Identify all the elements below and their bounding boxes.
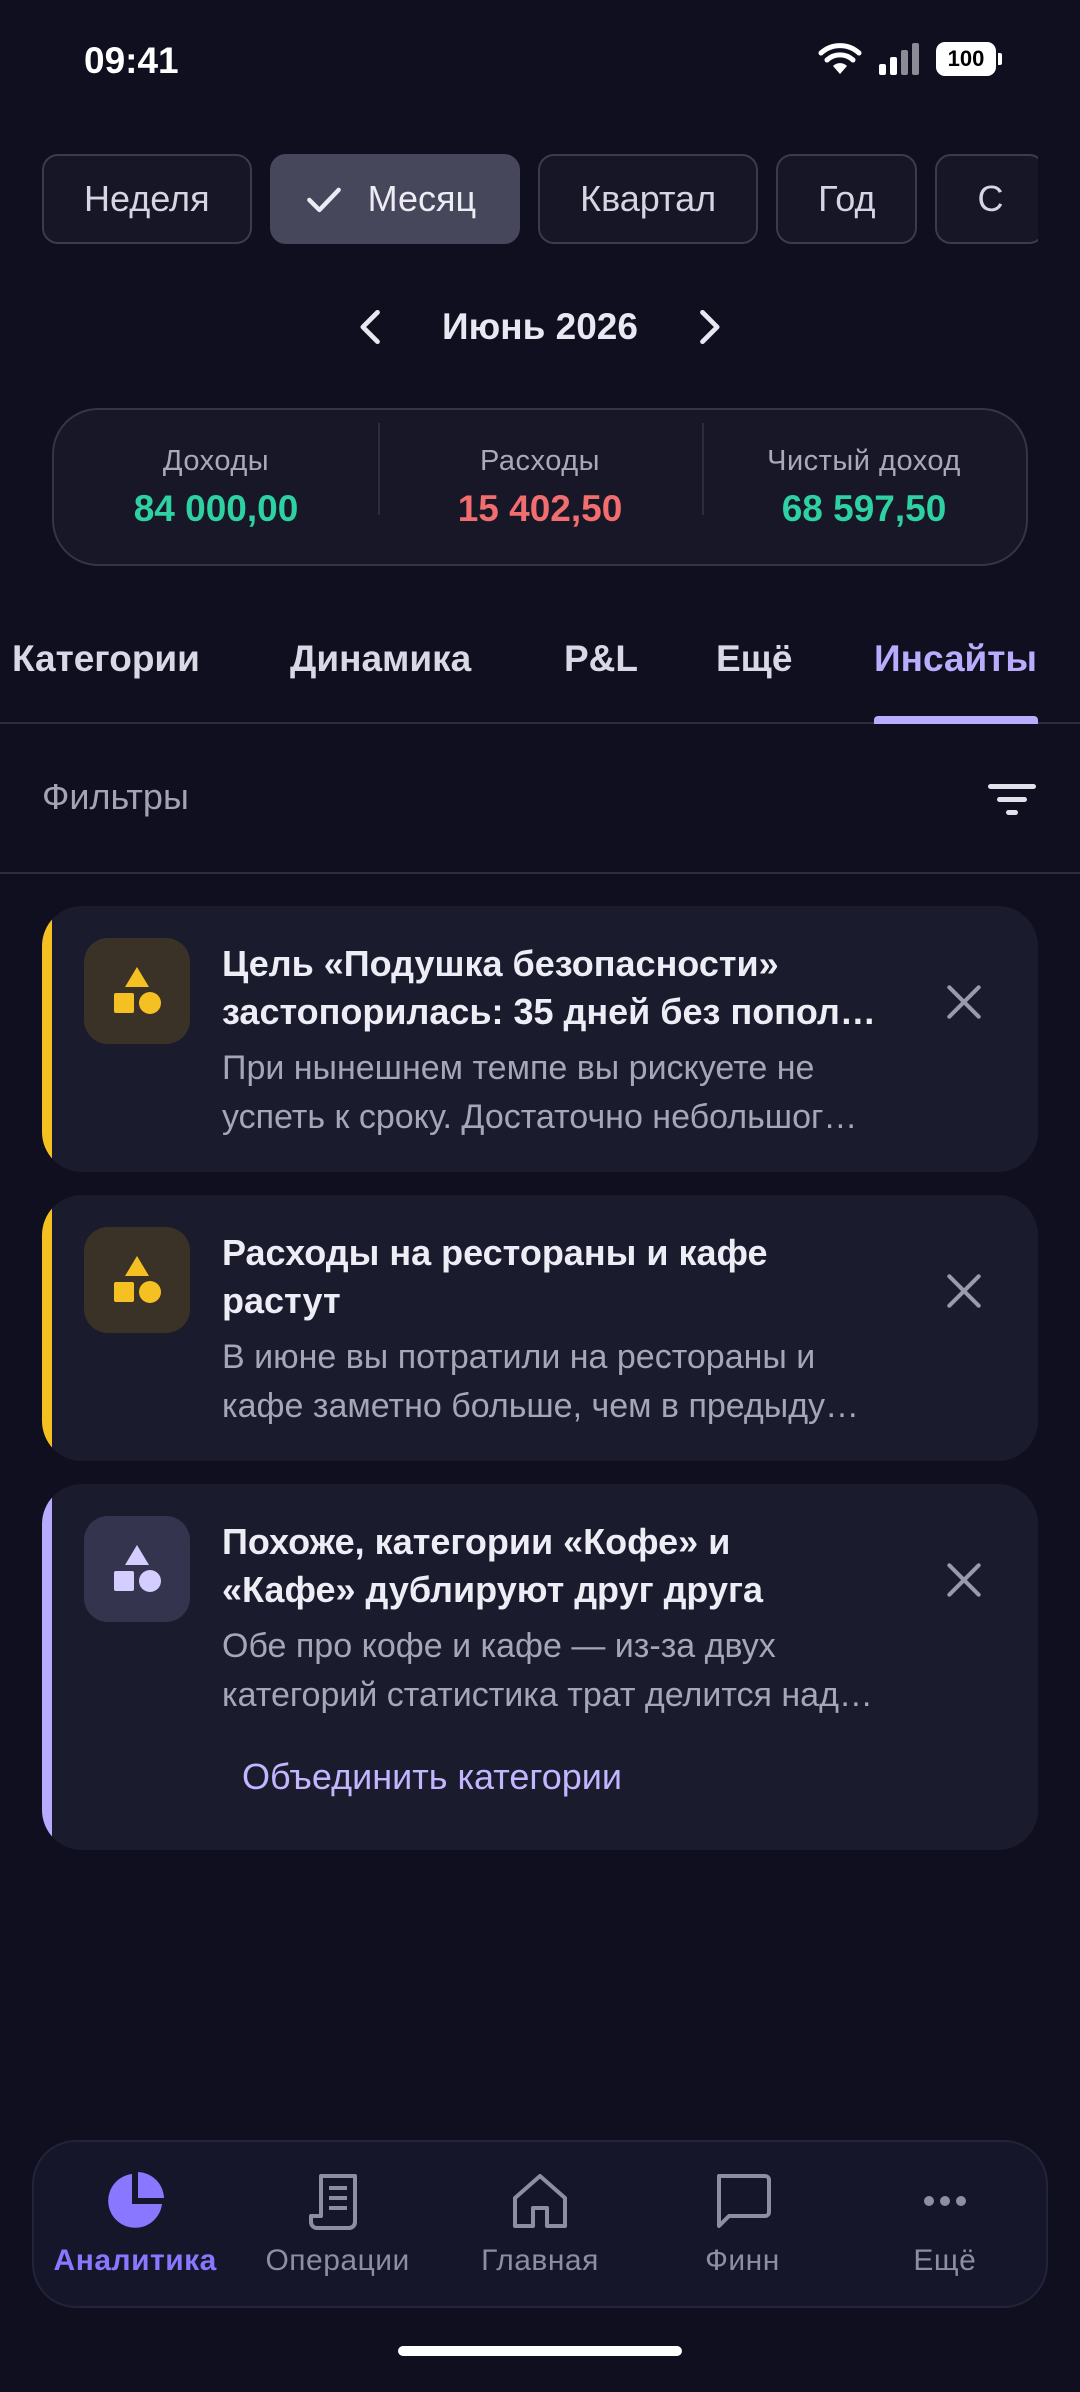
analytics-tabs: Категории Динамика P&L Ещё Инсайты bbox=[0, 620, 1080, 724]
insight-title-line: застопорилась: 35 дней без попол… bbox=[222, 991, 876, 1032]
summary-value: 84 000,00 bbox=[133, 487, 299, 529]
insight-body-line: В июне вы потратили на рестораны и bbox=[222, 1338, 816, 1376]
bottom-navigation: Аналитика Операции Главная Финн Ещё bbox=[32, 2140, 1048, 2308]
summary-net-income: Чистый доход 68 597,50 bbox=[702, 422, 1026, 530]
insight-title-line: «Кафе» дублируют друг друга bbox=[222, 1569, 763, 1610]
insight-accent bbox=[42, 1195, 52, 1461]
home-icon bbox=[513, 2174, 568, 2228]
period-chip-quarter[interactable]: Квартал bbox=[538, 154, 759, 244]
chevron-right-icon[interactable] bbox=[686, 305, 730, 349]
pie-chart-icon bbox=[108, 2172, 165, 2228]
close-icon[interactable] bbox=[942, 1269, 986, 1313]
status-bar: 09:41 100 bbox=[0, 0, 1080, 120]
close-icon[interactable] bbox=[942, 980, 986, 1024]
check-icon bbox=[306, 187, 341, 213]
period-chip-label: Неделя bbox=[84, 178, 210, 219]
tab-pnl[interactable]: P&L bbox=[564, 638, 638, 680]
insight-body-line: категорий статистика трат делится над… bbox=[222, 1676, 873, 1714]
insight-body-line: успеть к сроку. Достаточно небольшог… bbox=[222, 1098, 858, 1136]
period-chip-year[interactable]: Год bbox=[776, 154, 918, 244]
summary-value: 15 402,50 bbox=[457, 487, 623, 529]
period-chip-label: Год bbox=[818, 178, 876, 219]
insight-card[interactable]: Похоже, категории «Кофе» и «Кафе» дублир… bbox=[42, 1484, 1038, 1850]
month-navigation: Июнь 2026 bbox=[0, 292, 1080, 362]
nav-label: Аналитика bbox=[53, 2244, 217, 2277]
wifi-icon bbox=[818, 43, 862, 74]
tab-insights[interactable]: Инсайты bbox=[874, 638, 1037, 680]
close-icon[interactable] bbox=[942, 1558, 986, 1602]
nav-item-operations[interactable]: Операции bbox=[236, 2170, 438, 2278]
filter-icon[interactable] bbox=[984, 776, 1040, 824]
insight-title: Цель «Подушка безопасности» застопорилас… bbox=[222, 940, 942, 1036]
nav-item-more[interactable]: Ещё bbox=[844, 2170, 1046, 2278]
shapes-icon bbox=[114, 1545, 161, 1592]
shapes-icon bbox=[114, 967, 161, 1014]
period-chip-custom[interactable]: С bbox=[935, 154, 1038, 244]
period-chip-label: Месяц bbox=[367, 178, 477, 219]
summary-card: Доходы 84 000,00 Расходы 15 402,50 Чисты… bbox=[52, 408, 1028, 566]
nav-item-finn[interactable]: Финн bbox=[641, 2170, 843, 2278]
home-indicator bbox=[398, 2346, 682, 2356]
insight-card[interactable]: Цель «Подушка безопасности» застопорилас… bbox=[42, 906, 1038, 1172]
insight-icon-box bbox=[84, 938, 190, 1044]
period-chip-month[interactable]: Месяц bbox=[269, 154, 521, 244]
insight-body-line: При нынешнем темпе вы рискуете не bbox=[222, 1049, 815, 1087]
insight-body: При нынешнем темпе вы рискуете не успеть… bbox=[222, 1044, 942, 1142]
nav-label: Операции bbox=[265, 2244, 410, 2277]
month-label: Июнь 2026 bbox=[442, 306, 638, 347]
summary-label: Расходы bbox=[480, 444, 600, 477]
status-icons: 100 bbox=[818, 42, 1002, 76]
insight-body: В июне вы потратили на рестораны и кафе … bbox=[222, 1333, 942, 1431]
insight-title-line: Цель «Подушка безопасности» bbox=[222, 943, 779, 984]
insight-accent bbox=[42, 1484, 52, 1850]
insight-body: Обе про кофе и кафе — из-за двух категор… bbox=[222, 1622, 942, 1720]
insight-body-line: кафе заметно больше, чем в предыду… bbox=[222, 1387, 860, 1425]
nav-item-home[interactable]: Главная bbox=[439, 2170, 641, 2278]
battery-icon: 100 bbox=[936, 42, 1002, 76]
chat-icon bbox=[717, 2174, 772, 2228]
period-chip-label: Квартал bbox=[580, 178, 717, 219]
period-chip-label: С bbox=[977, 178, 1004, 219]
summary-label: Доходы bbox=[162, 444, 270, 477]
summary-label: Чистый доход bbox=[767, 444, 961, 477]
tab-more[interactable]: Ещё bbox=[716, 638, 792, 680]
insight-title: Похоже, категории «Кофе» и «Кафе» дублир… bbox=[222, 1518, 942, 1614]
active-tab-indicator bbox=[874, 716, 1038, 724]
more-icon bbox=[923, 2196, 966, 2206]
period-selector: Неделя Месяц Квартал Год С bbox=[42, 154, 1038, 244]
summary-expenses: Расходы 15 402,50 bbox=[378, 422, 702, 530]
insight-title-line: Похоже, категории «Кофе» и bbox=[222, 1521, 731, 1562]
insight-icon-box bbox=[84, 1227, 190, 1333]
insight-card[interactable]: Расходы на рестораны и кафе растут В июн… bbox=[42, 1195, 1038, 1461]
shapes-icon bbox=[114, 1256, 161, 1303]
summary-value: 68 597,50 bbox=[781, 487, 947, 529]
nav-label: Главная bbox=[481, 2244, 599, 2277]
nav-item-analytics[interactable]: Аналитика bbox=[34, 2170, 236, 2278]
signal-icon bbox=[879, 43, 919, 75]
insight-body-line: Обе про кофе и кафе — из-за двух bbox=[222, 1627, 776, 1665]
insight-icon-box bbox=[84, 1516, 190, 1622]
chevron-left-icon[interactable] bbox=[350, 305, 394, 349]
tab-dynamics[interactable]: Динамика bbox=[290, 638, 471, 680]
summary-income: Доходы 84 000,00 bbox=[54, 445, 378, 530]
nav-label: Ещё bbox=[913, 2244, 977, 2277]
insight-title-line: Расходы на рестораны и кафе bbox=[222, 1232, 768, 1273]
insight-title-line: растут bbox=[222, 1280, 341, 1321]
filters-bar[interactable]: Фильтры bbox=[0, 726, 1080, 874]
tab-categories[interactable]: Категории bbox=[12, 638, 200, 680]
status-time: 09:41 bbox=[84, 40, 179, 81]
merge-categories-button[interactable]: Объединить категории bbox=[242, 1756, 622, 1798]
insight-accent bbox=[42, 906, 52, 1172]
receipt-icon bbox=[308, 2174, 357, 2230]
period-chip-week[interactable]: Неделя bbox=[42, 154, 252, 244]
insight-title: Расходы на рестораны и кафе растут bbox=[222, 1229, 942, 1325]
nav-label: Финн bbox=[705, 2244, 780, 2277]
filters-label: Фильтры bbox=[42, 776, 189, 817]
